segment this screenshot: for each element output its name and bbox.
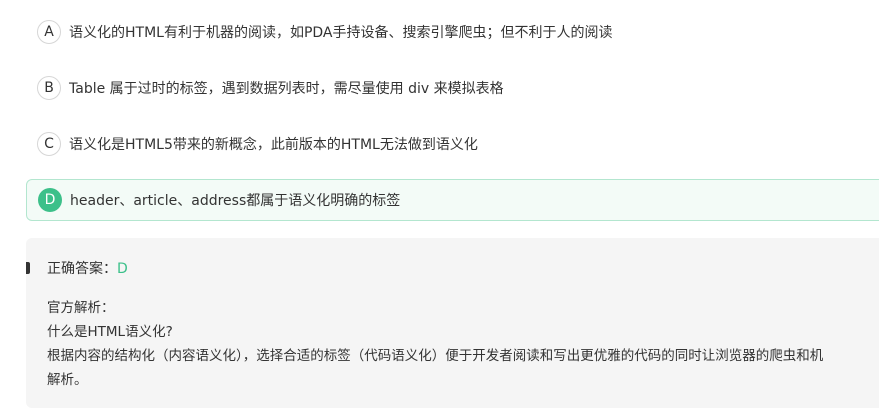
option-letter-a: A: [37, 20, 61, 44]
correct-answer-line: 正确答案：D: [47, 258, 128, 278]
analysis-title: 官方解析：: [47, 300, 115, 316]
correct-answer-value: D: [117, 261, 128, 277]
analysis-body-line-1: 根据内容的结构化（内容语义化），选择合适的标签（代码语义化）便于开发者阅读和写出…: [47, 348, 824, 364]
option-text-d: header、article、address都属于语义化明确的标签: [70, 193, 401, 209]
option-text-a: 语义化的HTML有利于机器的阅读，如PDA手持设备、搜索引擎爬虫；但不利于人的阅…: [69, 25, 613, 41]
analysis-body-line-2: 解析。: [47, 372, 88, 388]
section-marker: [26, 262, 30, 274]
option-b[interactable]: B Table 属于过时的标签，遇到数据列表时，需尽量使用 div 来模拟表格: [26, 67, 879, 109]
correct-answer-label: 正确答案：: [47, 261, 117, 277]
option-text-b: Table 属于过时的标签，遇到数据列表时，需尽量使用 div 来模拟表格: [69, 81, 504, 97]
option-d[interactable]: D header、article、address都属于语义化明确的标签: [26, 179, 879, 221]
option-c[interactable]: C 语义化是HTML5带来的新概念，此前版本的HTML无法做到语义化: [26, 123, 879, 165]
option-letter-d: D: [38, 188, 62, 212]
option-letter-c: C: [37, 132, 61, 156]
question-panel: A 语义化的HTML有利于机器的阅读，如PDA手持设备、搜索引擎爬虫；但不利于人…: [0, 0, 879, 416]
answer-analysis-box: 正确答案：D 官方解析： 什么是HTML语义化? 根据内容的结构化（内容语义化）…: [26, 238, 879, 408]
option-a[interactable]: A 语义化的HTML有利于机器的阅读，如PDA手持设备、搜索引擎爬虫；但不利于人…: [26, 11, 879, 53]
option-letter-b: B: [37, 76, 61, 100]
analysis-question: 什么是HTML语义化?: [47, 324, 173, 340]
option-text-c: 语义化是HTML5带来的新概念，此前版本的HTML无法做到语义化: [69, 137, 478, 153]
official-analysis: 官方解析： 什么是HTML语义化? 根据内容的结构化（内容语义化），选择合适的标…: [47, 296, 823, 392]
